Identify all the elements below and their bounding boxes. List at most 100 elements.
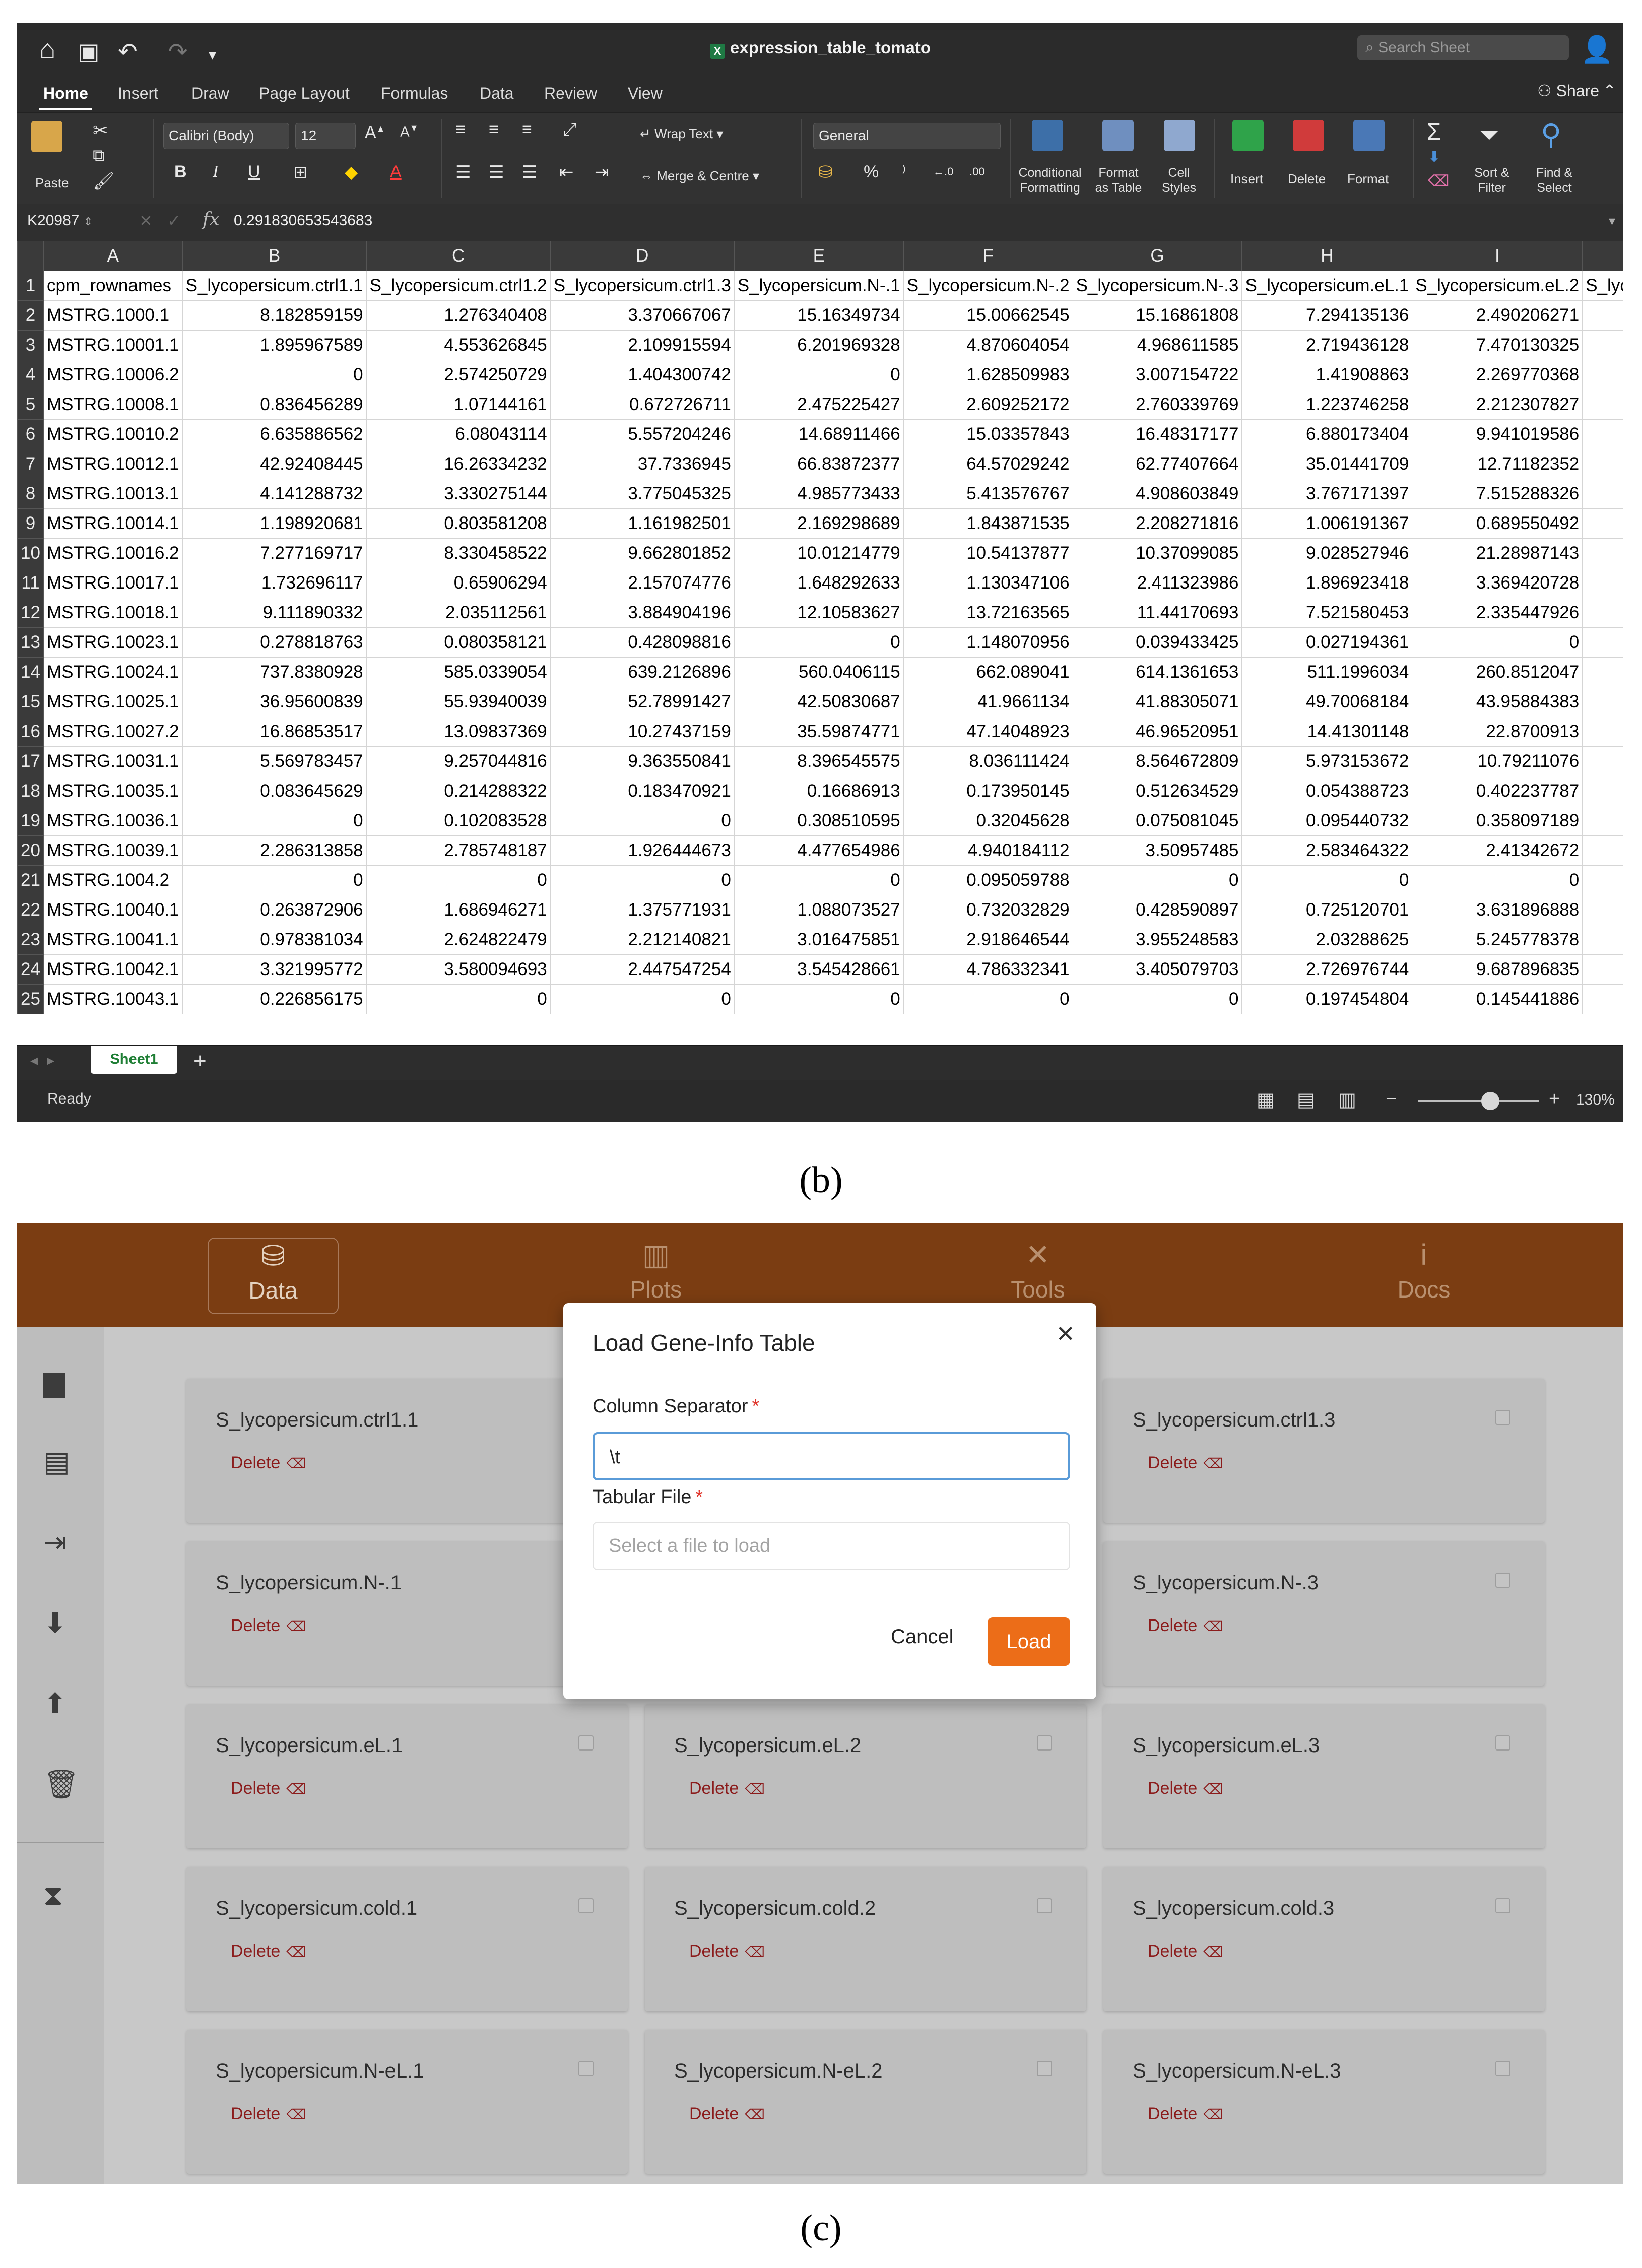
sample-checkbox[interactable]: [1495, 2061, 1510, 2076]
cell[interactable]: 1.161982501: [550, 508, 735, 539]
cell[interactable]: 0.65906294: [366, 568, 551, 598]
cell[interactable]: 614.1361653: [1072, 657, 1242, 687]
delete-button[interactable]: Delete ⌫: [231, 2104, 306, 2124]
cell[interactable]: 4.870604054: [903, 330, 1073, 360]
cell[interactable]: MSTRG.10039.1: [43, 835, 183, 866]
cell[interactable]: 2.490206271: [1412, 300, 1583, 331]
cell[interactable]: 9.941019586: [1412, 419, 1583, 449]
row-header[interactable]: 14: [17, 657, 44, 687]
cell[interactable]: 4.786332341: [903, 954, 1073, 985]
column-header[interactable]: B: [182, 241, 367, 271]
row-header[interactable]: 9: [17, 508, 44, 539]
cell[interactable]: 1.895967589: [182, 330, 367, 360]
cell[interactable]: 10.79211076: [1412, 746, 1583, 776]
cell[interactable]: 14.68911466: [734, 419, 904, 449]
function-icon[interactable]: fx: [203, 209, 220, 230]
cell[interactable]: 560.0406115: [734, 657, 904, 687]
row-header[interactable]: 25: [17, 984, 44, 1014]
cell-styles-icon[interactable]: [1164, 120, 1195, 151]
sample-checkbox[interactable]: [1495, 1410, 1510, 1425]
cell[interactable]: S_lyc: [1582, 271, 1623, 301]
sample-checkbox[interactable]: [578, 1898, 594, 1913]
cell[interactable]: 0.173950145: [903, 776, 1073, 806]
cell[interactable]: 3.330275144: [366, 479, 551, 509]
cell[interactable]: 36.95600839: [182, 687, 367, 717]
cell[interactable]: 1.41908863: [1241, 360, 1413, 390]
cell[interactable]: 662.089041: [903, 657, 1073, 687]
cell[interactable]: 0.075081045: [1072, 806, 1242, 836]
cell[interactable]: 8.036111424: [903, 746, 1073, 776]
cell[interactable]: [1582, 954, 1623, 985]
cell[interactable]: 1.006191367: [1241, 508, 1413, 539]
cell[interactable]: 0: [734, 984, 904, 1014]
cell[interactable]: 5.557204246: [550, 419, 735, 449]
cell[interactable]: 3.50957485: [1072, 835, 1242, 866]
cell[interactable]: MSTRG.10016.2: [43, 538, 183, 568]
cell[interactable]: 0.183470921: [550, 776, 735, 806]
cell[interactable]: 0.725120701: [1241, 895, 1413, 925]
cell[interactable]: 3.775045325: [550, 479, 735, 509]
cell[interactable]: 5.973153672: [1241, 746, 1413, 776]
cell[interactable]: 3.955248583: [1072, 925, 1242, 955]
cell[interactable]: 2.447547254: [550, 954, 735, 985]
delete-cells-icon[interactable]: [1293, 120, 1324, 151]
cell[interactable]: 5.569783457: [182, 746, 367, 776]
delete-button[interactable]: Delete ⌫: [1148, 1941, 1223, 1961]
cell[interactable]: [1582, 390, 1623, 420]
cell[interactable]: 1.375771931: [550, 895, 735, 925]
cell[interactable]: 0.732032829: [903, 895, 1073, 925]
cell[interactable]: 15.03357843: [903, 419, 1073, 449]
tab-home[interactable]: Home: [39, 84, 92, 110]
expand-formula-icon[interactable]: ▾: [1609, 213, 1615, 229]
hourglass-icon[interactable]: ⧗: [43, 1878, 63, 1912]
column-header[interactable]: [1582, 241, 1623, 271]
profile-icon[interactable]: 👤: [1581, 34, 1613, 65]
zoom-slider[interactable]: [1418, 1100, 1539, 1102]
delete-button[interactable]: Delete ⌫: [1148, 1616, 1223, 1636]
cell[interactable]: 8.182859159: [182, 300, 367, 331]
column-separator-input[interactable]: \t: [593, 1432, 1070, 1480]
share-button[interactable]: ⚇ Share: [1537, 81, 1599, 100]
cell[interactable]: 66.83872377: [734, 449, 904, 479]
tab-draw[interactable]: Draw: [191, 84, 229, 103]
cell[interactable]: MSTRG.10036.1: [43, 806, 183, 836]
cell[interactable]: 7.470130325: [1412, 330, 1583, 360]
cell[interactable]: 5.245778378: [1412, 925, 1583, 955]
cell[interactable]: MSTRG.10018.1: [43, 598, 183, 628]
cell[interactable]: 0: [550, 806, 735, 836]
cell[interactable]: 14.41301148: [1241, 717, 1413, 747]
row-header[interactable]: 18: [17, 776, 44, 806]
cell[interactable]: 47.14048923: [903, 717, 1073, 747]
cell[interactable]: [1582, 508, 1623, 539]
percent-button[interactable]: %: [864, 162, 879, 182]
cell[interactable]: 0.308510595: [734, 806, 904, 836]
delete-button[interactable]: Delete ⌫: [689, 1779, 765, 1798]
cell[interactable]: 1.148070956: [903, 627, 1073, 658]
cell[interactable]: 0: [1072, 984, 1242, 1014]
cell[interactable]: MSTRG.10025.1: [43, 687, 183, 717]
cell[interactable]: 0.197454804: [1241, 984, 1413, 1014]
cell[interactable]: 3.369420728: [1412, 568, 1583, 598]
cell[interactable]: MSTRG.10027.2: [43, 717, 183, 747]
row-header[interactable]: 3: [17, 330, 44, 360]
cell[interactable]: 2.719436128: [1241, 330, 1413, 360]
cell[interactable]: S_lycopersicum.N-.1: [734, 271, 904, 301]
cell[interactable]: [1582, 746, 1623, 776]
cell[interactable]: 0: [366, 984, 551, 1014]
cell[interactable]: 0.278818763: [182, 627, 367, 658]
cell[interactable]: 6.635886562: [182, 419, 367, 449]
merge-centre-button[interactable]: ⇔ Merge & Centre ▾: [640, 168, 759, 184]
orientation-icon[interactable]: ⤢: [563, 120, 577, 140]
cell[interactable]: 1.198920681: [182, 508, 367, 539]
zoom-slider-handle[interactable]: [1481, 1092, 1499, 1110]
cell[interactable]: 0: [550, 984, 735, 1014]
cell[interactable]: MSTRG.10031.1: [43, 746, 183, 776]
normal-view-icon[interactable]: ▦: [1257, 1088, 1275, 1111]
number-format-select[interactable]: General: [813, 123, 1001, 149]
cell[interactable]: [1582, 330, 1623, 360]
underline-button[interactable]: U: [248, 162, 260, 182]
row-header[interactable]: 17: [17, 746, 44, 776]
cell[interactable]: 41.88305071: [1072, 687, 1242, 717]
cell[interactable]: 64.57029242: [903, 449, 1073, 479]
insert-button[interactable]: Insert: [1230, 171, 1263, 187]
